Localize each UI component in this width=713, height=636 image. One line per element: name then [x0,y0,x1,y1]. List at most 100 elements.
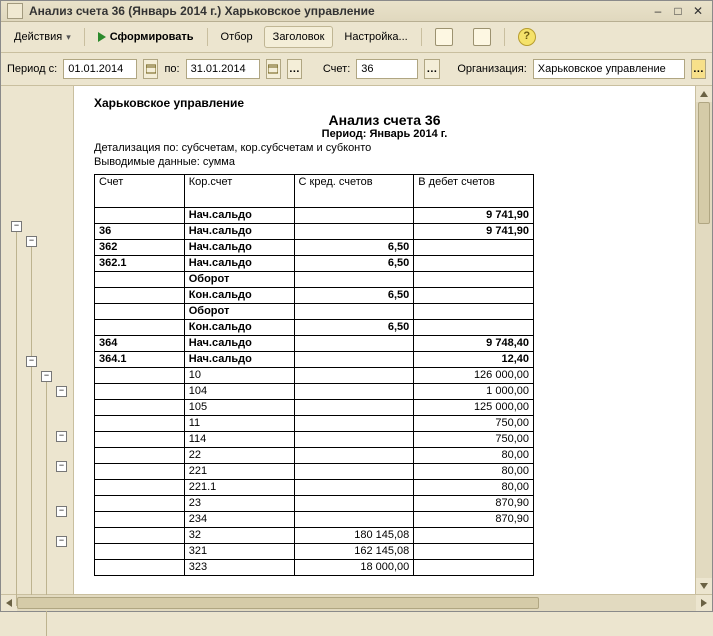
settings-button[interactable]: Настройка... [335,26,416,48]
table-cell [294,432,414,448]
outline-toggle[interactable]: − [26,236,37,247]
period-to-picker[interactable] [266,59,281,79]
table-cell: 364 [95,336,185,352]
scroll-up-button[interactable] [696,86,712,102]
table-cell [414,272,534,288]
table-row: 32180 145,08 [95,528,534,544]
actions-menu[interactable]: Действия ▾ [5,26,80,48]
table-cell: 362.1 [95,256,185,272]
report-table: Счет Кор.счет С кред. счетов В дебет сче… [94,174,534,576]
org-label: Организация: [457,63,526,75]
table-row: 362.1Нач.сальдо6,50 [95,256,534,272]
minimize-button[interactable]: – [650,4,666,18]
table-cell [414,240,534,256]
scroll-left-button[interactable] [1,595,17,611]
table-cell [294,352,414,368]
maximize-button[interactable]: □ [670,4,686,18]
org-choose-button[interactable]: … [691,59,706,79]
period-from-picker[interactable] [143,59,158,79]
table-cell [294,272,414,288]
table-cell: 9 748,40 [414,336,534,352]
table-cell [95,208,185,224]
period-to-input[interactable] [186,59,260,79]
table-cell: 234 [184,512,294,528]
table-cell [95,400,185,416]
table-cell: Оборот [184,272,294,288]
table-cell: 162 145,08 [294,544,414,560]
scroll-down-button[interactable] [696,578,712,594]
outline-toggle[interactable]: − [56,506,67,517]
table-cell [95,512,185,528]
help-button[interactable]: ? [509,26,545,48]
outline-toggle[interactable]: − [56,461,67,472]
close-button[interactable]: ✕ [690,4,706,18]
table-cell [95,544,185,560]
table-header-row: Счет Кор.счет С кред. счетов В дебет сче… [95,175,534,208]
table-cell [95,560,185,576]
outline-toggle[interactable]: − [56,386,67,397]
org-input[interactable] [533,59,685,79]
table-cell [294,400,414,416]
table-cell [95,464,185,480]
page-icon [435,28,453,46]
scroll-right-button[interactable] [696,595,712,611]
table-row: 362Нач.сальдо6,50 [95,240,534,256]
table-cell: 6,50 [294,240,414,256]
run-button[interactable]: Сформировать [89,26,203,48]
scroll-track[interactable] [17,595,696,611]
table-cell: 321 [184,544,294,560]
account-label: Счет: [323,63,350,75]
table-cell: Кон.сальдо [184,320,294,336]
table-cell [95,320,185,336]
account-input[interactable] [356,59,418,79]
table-row: 22180,00 [95,464,534,480]
outline-gutter: − − − − − − − − − [1,86,74,594]
actions-label: Действия [14,27,62,47]
table-row: 105125 000,00 [95,400,534,416]
outline-toggle[interactable]: − [41,371,52,382]
table-cell: 18 000,00 [294,560,414,576]
header-button[interactable]: Заголовок [264,26,334,48]
outline-toggle[interactable]: − [11,221,22,232]
table-cell: 9 741,90 [414,224,534,240]
table-row: 234870,90 [95,512,534,528]
scroll-thumb[interactable] [698,102,710,224]
col-cor: Кор.счет [184,175,294,208]
table-cell [294,224,414,240]
outline-toggle[interactable]: − [26,356,37,367]
account-choose-button[interactable]: … [424,59,439,79]
toolbar: Действия ▾ Сформировать Отбор Заголовок … [1,22,712,53]
table-row: 1041 000,00 [95,384,534,400]
tool-button-2[interactable] [464,26,500,48]
table-cell [414,528,534,544]
table-cell: 750,00 [414,432,534,448]
tool-button-1[interactable] [426,26,462,48]
scroll-thumb[interactable] [17,597,539,609]
vertical-scrollbar[interactable] [695,86,712,594]
scroll-track[interactable] [696,102,712,578]
table-row: 23870,90 [95,496,534,512]
report-title: Анализ счета 36 [94,112,675,128]
filter-button[interactable]: Отбор [212,26,262,48]
table-cell: 23 [184,496,294,512]
table-cell: 22 [184,448,294,464]
table-cell: 32 [184,528,294,544]
report-org: Харьковское управление [94,96,675,110]
report-detail: Детализация по: субсчетам, кор.субсчетам… [94,142,675,154]
table-cell [414,288,534,304]
table-row: 32318 000,00 [95,560,534,576]
table-cell [95,304,185,320]
table-cell [414,544,534,560]
report-pane[interactable]: Харьковское управление Анализ счета 36 П… [74,86,695,594]
horizontal-scrollbar[interactable] [1,594,712,611]
outline-toggle[interactable]: − [56,536,67,547]
table-cell: 364.1 [95,352,185,368]
period-from-input[interactable] [63,59,137,79]
table-row: 36Нач.сальдо9 741,90 [95,224,534,240]
separator [84,28,85,46]
period-choose-button[interactable]: … [287,59,302,79]
table-cell: 12,40 [414,352,534,368]
outline-toggle[interactable]: − [56,431,67,442]
table-cell: 80,00 [414,448,534,464]
table-row: 364.1Нач.сальдо12,40 [95,352,534,368]
